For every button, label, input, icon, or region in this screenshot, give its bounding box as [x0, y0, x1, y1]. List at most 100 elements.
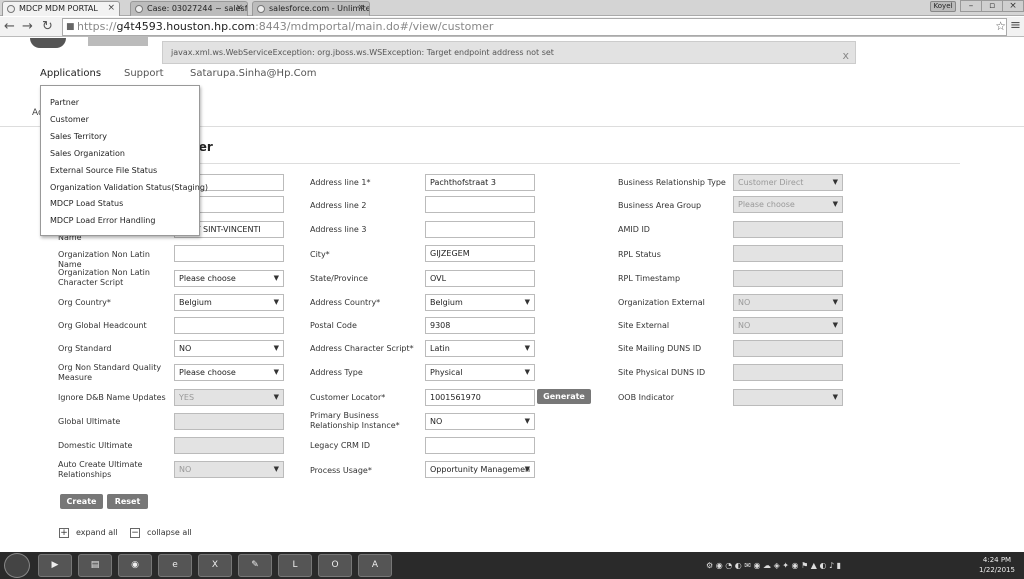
menu-item-mdcp-load-status[interactable]: MDCP Load Status: [50, 199, 123, 208]
collapse-icon[interactable]: −: [130, 528, 140, 538]
city-input[interactable]: GIJZEGEM: [425, 245, 535, 262]
reset-button[interactable]: Reset: [107, 494, 148, 509]
error-banner: javax.xml.ws.WebServiceException: org.jb…: [162, 41, 856, 64]
field-label: Auto Create Ultimate Relationships: [58, 460, 143, 479]
file-explorer-icon[interactable]: ▤: [78, 554, 112, 577]
org-non-latin-script-select[interactable]: Please choose ▼: [174, 270, 284, 287]
field-label: Site Physical DUNS ID: [618, 368, 706, 377]
site-physical-duns-input: [733, 364, 843, 381]
org-country-select[interactable]: Belgium ▼: [174, 294, 284, 311]
chevron-down-icon: ▼: [273, 465, 279, 473]
oob-indicator-select[interactable]: ▼: [733, 389, 843, 406]
clock[interactable]: 4:24 PM 1/22/2015: [978, 555, 1016, 575]
process-usage-select[interactable]: Opportunity Managemen ▼: [425, 461, 535, 478]
collapse-all-link[interactable]: collapse all: [147, 528, 192, 538]
create-button[interactable]: Create: [60, 494, 103, 509]
org-global-headcount-input[interactable]: [174, 317, 284, 334]
back-icon[interactable]: ←: [4, 19, 15, 34]
field-label: Customer Locator*: [310, 393, 386, 402]
notes-icon[interactable]: ✎: [238, 554, 272, 577]
field-label: Postal Code: [310, 321, 357, 330]
ie-icon[interactable]: e: [158, 554, 192, 577]
nav-user[interactable]: Satarupa.Sinha@Hp.Com: [190, 68, 316, 79]
menu-item-partner[interactable]: Partner: [50, 98, 79, 107]
close-icon[interactable]: x: [842, 45, 849, 66]
customer-locator-input[interactable]: 1001561970: [425, 389, 535, 406]
address-line-2-input[interactable]: [425, 196, 535, 213]
start-button[interactable]: [4, 553, 30, 578]
app-logo-text: [88, 36, 148, 46]
close-tab-icon[interactable]: ×: [107, 2, 115, 15]
menu-item-external-source-file-status[interactable]: External Source File Status: [50, 166, 157, 175]
field-label: Organization Non Latin Character Script: [58, 268, 150, 287]
primary-bri-select[interactable]: NO ▼: [425, 413, 535, 430]
loading-icon: [7, 5, 15, 13]
lync-icon[interactable]: L: [278, 554, 312, 577]
menu-item-org-validation-status[interactable]: Organization Validation Status(Staging): [50, 183, 208, 192]
menu-item-sales-organization[interactable]: Sales Organization: [50, 149, 125, 158]
nav-support[interactable]: Support: [124, 68, 164, 79]
field-label: Org Global Headcount: [58, 321, 147, 330]
ignore-dnb-select[interactable]: YES ▼: [174, 389, 284, 406]
minimize-button[interactable]: –: [960, 0, 982, 12]
field-label: Address Type: [310, 368, 363, 377]
postal-code-input[interactable]: 9308: [425, 317, 535, 334]
menu-item-customer[interactable]: Customer: [50, 115, 89, 124]
auto-create-select[interactable]: NO ▼: [174, 461, 284, 478]
close-window-button[interactable]: ×: [1002, 0, 1024, 12]
excel-icon[interactable]: X: [198, 554, 232, 577]
address-line-3-input[interactable]: [425, 221, 535, 238]
domestic-ultimate-input: [174, 437, 284, 454]
generate-button[interactable]: Generate: [537, 389, 591, 404]
chrome-icon[interactable]: ◉: [118, 554, 152, 577]
select-value: Latin: [430, 344, 450, 353]
field-label: Business Relationship Type: [618, 178, 726, 187]
state-input[interactable]: OVL: [425, 270, 535, 287]
legacy-crm-input[interactable]: [425, 437, 535, 454]
browser-tab-strip: MDCP MDM PORTAL × Case: 03027244 ~ sales…: [0, 0, 1024, 16]
close-tab-icon[interactable]: ×: [235, 2, 243, 15]
amid-input: [733, 221, 843, 238]
user-badge[interactable]: Koyel: [930, 1, 956, 12]
menu-item-mdcp-load-error-handling[interactable]: MDCP Load Error Handling: [50, 216, 155, 225]
address-line-1-input[interactable]: Pachthofstraat 3: [425, 174, 535, 191]
expand-icon[interactable]: +: [59, 528, 69, 538]
tray-icons[interactable]: ⚙ ◉ ◔ ◐ ✉ ◉ ☁ ◈ ✦ ◉ ⚑ ▲ ◐ ♪ ▮: [706, 561, 841, 570]
business-area-group-select[interactable]: Please choose ▼: [733, 196, 843, 213]
media-player-icon[interactable]: ▶: [38, 554, 72, 577]
address-script-select[interactable]: Latin ▼: [425, 340, 535, 357]
star-icon[interactable]: ☆: [995, 18, 1006, 34]
address-type-select[interactable]: Physical ▼: [425, 364, 535, 381]
expand-all-link[interactable]: expand all: [76, 528, 118, 538]
chevron-down-icon: ▼: [524, 417, 530, 425]
org-external-select[interactable]: NO ▼: [733, 294, 843, 311]
forward-icon[interactable]: →: [22, 19, 33, 34]
outlook-icon[interactable]: O: [318, 554, 352, 577]
tab-label: salesforce.com - Unlimite: [269, 4, 370, 13]
select-value: Belgium: [430, 298, 463, 307]
tab-salesforce[interactable]: salesforce.com - Unlimite ×: [252, 1, 370, 16]
address-bar[interactable]: ■ https://g4t4593.houston.hp.com:8443/md…: [62, 18, 1007, 36]
reload-icon[interactable]: ↻: [42, 19, 53, 34]
menu-item-sales-territory[interactable]: Sales Territory: [50, 132, 107, 141]
org-standard-select[interactable]: NO ▼: [174, 340, 284, 357]
select-value: NO: [179, 465, 192, 474]
select-value: NO: [738, 298, 751, 307]
field-label: RPL Timestamp: [618, 274, 681, 283]
pdf-reader-icon[interactable]: A: [358, 554, 392, 577]
select-value: NO: [430, 417, 443, 426]
site-external-select[interactable]: NO ▼: [733, 317, 843, 334]
url-scheme: https://: [77, 20, 117, 33]
org-non-latin-name-input[interactable]: [174, 245, 284, 262]
org-non-std-quality-select[interactable]: Please choose ▼: [174, 364, 284, 381]
select-value: Please choose: [179, 274, 236, 283]
tab-case[interactable]: Case: 03027244 ~ salesforc ×: [130, 1, 248, 16]
field-label: AMID ID: [618, 225, 650, 234]
tab-mdcp-portal[interactable]: MDCP MDM PORTAL ×: [2, 1, 120, 16]
address-country-select[interactable]: Belgium ▼: [425, 294, 535, 311]
business-relationship-type-select[interactable]: Customer Direct ▼: [733, 174, 843, 191]
nav-applications[interactable]: Applications: [40, 68, 101, 79]
maximize-button[interactable]: ▫: [981, 0, 1003, 12]
menu-icon[interactable]: ≡: [1010, 18, 1021, 33]
close-tab-icon[interactable]: ×: [357, 2, 365, 15]
